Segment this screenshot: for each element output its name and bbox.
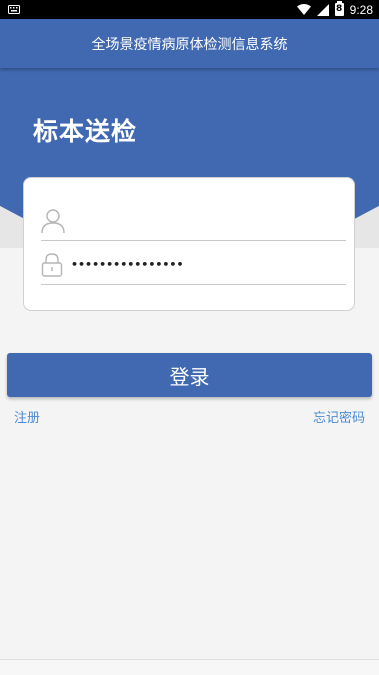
app-header: 全场景疫情病原体检测信息系统 bbox=[0, 19, 379, 68]
page-title: 标本送检 bbox=[33, 117, 138, 146]
status-bar: 8 9:28 bbox=[0, 0, 379, 19]
login-screen: 8 9:28 全场景疫情病原体检测信息系统 标本送检 •••••••••••••… bbox=[0, 0, 379, 675]
forgot-password-link[interactable]: 忘记密码 bbox=[313, 407, 365, 426]
app-title: 全场景疫情病原体检测信息系统 bbox=[91, 36, 288, 53]
status-right: 8 9:28 bbox=[296, 1, 373, 17]
status-clock: 9:28 bbox=[349, 2, 373, 17]
wifi-icon bbox=[296, 4, 311, 15]
password-input[interactable] bbox=[71, 249, 346, 280]
bottom-bar bbox=[0, 659, 379, 675]
status-left bbox=[8, 5, 20, 14]
login-card bbox=[23, 177, 355, 311]
login-button[interactable]: 登录 bbox=[7, 353, 372, 397]
password-field bbox=[41, 241, 346, 285]
username-input[interactable] bbox=[71, 205, 346, 236]
user-icon bbox=[41, 206, 69, 236]
battery-icon: 8 bbox=[334, 1, 344, 16]
register-link[interactable]: 注册 bbox=[14, 407, 40, 426]
username-field bbox=[41, 197, 346, 241]
keyboard-icon bbox=[8, 5, 20, 14]
lock-icon bbox=[41, 250, 69, 280]
signal-icon bbox=[316, 3, 329, 16]
